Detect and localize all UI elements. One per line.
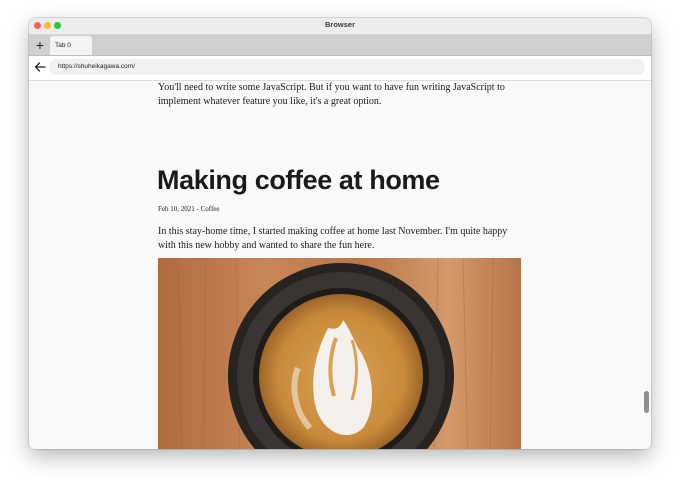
- window-title: Browser: [324, 20, 355, 29]
- tab-bar: + Tab 0: [29, 35, 651, 56]
- tab-0[interactable]: Tab 0: [50, 36, 92, 55]
- browser-window: Browser + Tab 0 https://shuheikagawa.com…: [29, 18, 651, 449]
- new-tab-button[interactable]: +: [32, 37, 48, 53]
- previous-paragraph: You'll need to write some JavaScript. Bu…: [158, 82, 505, 107]
- url-text: https://shuheikagawa.com/: [58, 63, 135, 70]
- post-meta: Feb 10, 2021 - Coffee: [158, 205, 220, 213]
- navigation-bar: https://shuheikagawa.com/: [29, 56, 651, 81]
- page-content: You'll need to write some JavaScript. Bu…: [29, 81, 651, 449]
- post-title[interactable]: Making coffee at home: [157, 163, 440, 197]
- post-body: In this stay-home time, I started making…: [158, 226, 508, 251]
- title-bar: Browser: [29, 18, 651, 35]
- arrow-left-icon: [34, 62, 46, 72]
- tab-label: Tab 0: [55, 42, 71, 49]
- coffee-latte-art-image: [158, 258, 521, 449]
- back-button[interactable]: [32, 59, 48, 75]
- vertical-scrollbar[interactable]: [644, 391, 649, 413]
- address-bar[interactable]: https://shuheikagawa.com/: [49, 59, 645, 75]
- plus-icon: +: [35, 37, 45, 53]
